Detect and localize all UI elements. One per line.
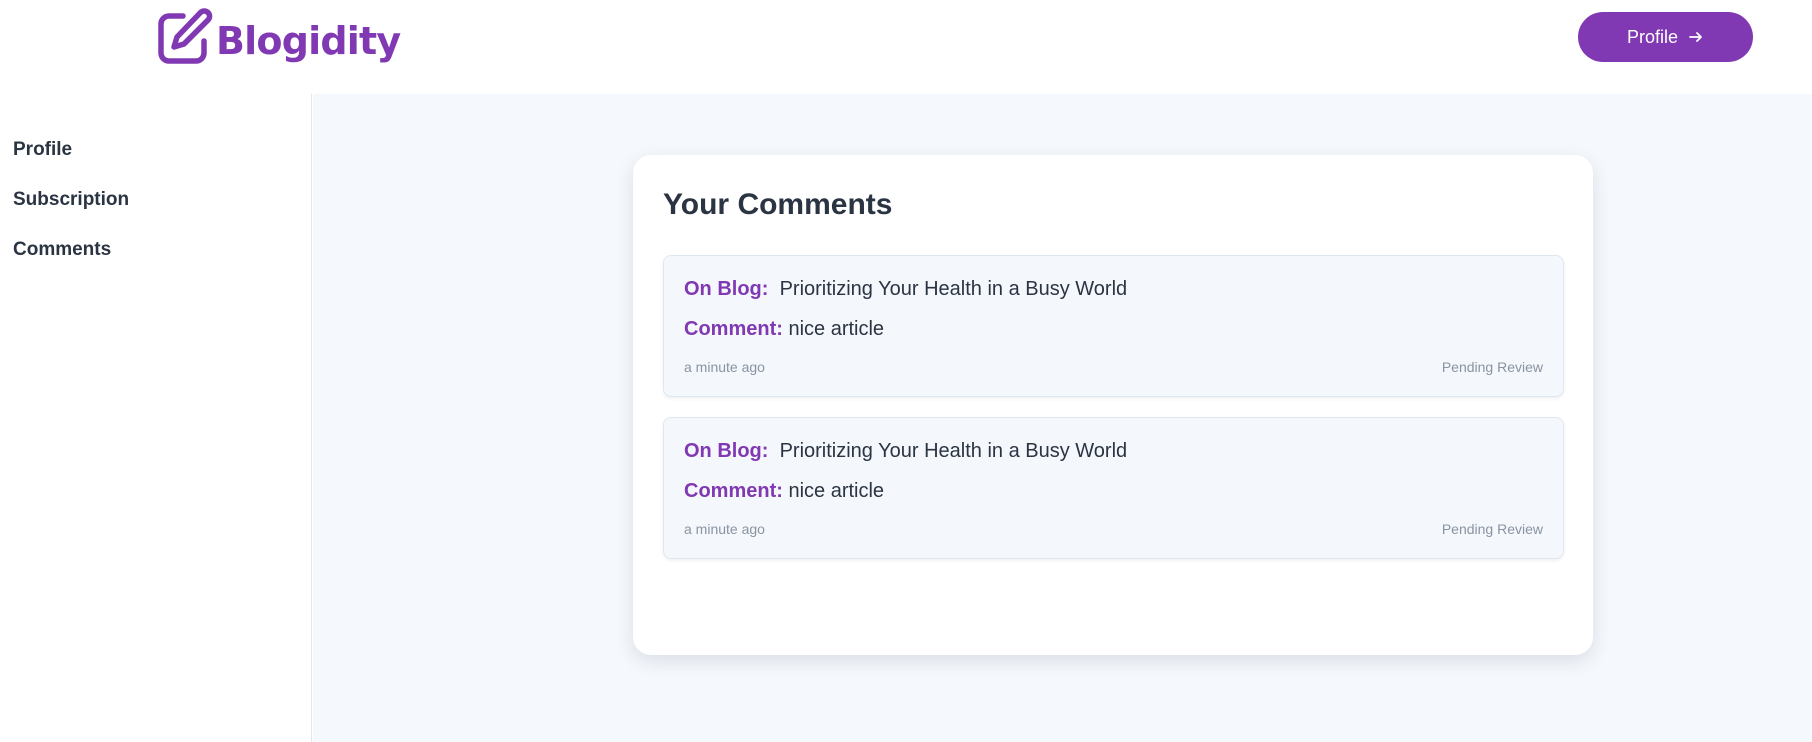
sidebar-item-comments[interactable]: Comments <box>13 239 111 261</box>
comment-text: nice article <box>788 318 885 340</box>
blog-title[interactable]: Prioritizing Your Health in a Busy World <box>780 278 1128 300</box>
logo-text: Blogidity <box>216 19 401 63</box>
comment-timestamp: a minute ago <box>684 359 765 375</box>
comment-text-row: Comment: nice article <box>684 480 884 503</box>
sidebar-item-profile[interactable]: Profile <box>13 139 72 161</box>
main-content: Your Comments On Blog: Prioritizing Your… <box>313 94 1812 742</box>
sidebar: Profile Subscription Comments <box>0 94 312 742</box>
logo[interactable]: Blogidity <box>156 6 401 66</box>
comment-timestamp: a minute ago <box>684 521 765 537</box>
comment-blog-row: On Blog: Prioritizing Your Health in a B… <box>684 278 1127 301</box>
comment-label: Comment: <box>684 480 783 502</box>
page-title: Your Comments <box>663 188 893 221</box>
on-blog-label: On Blog: <box>684 278 769 300</box>
profile-button[interactable]: Profile <box>1578 12 1753 62</box>
comment-item[interactable]: On Blog: Prioritizing Your Health in a B… <box>663 417 1564 559</box>
top-header: Blogidity Profile <box>0 0 1812 94</box>
comment-item[interactable]: On Blog: Prioritizing Your Health in a B… <box>663 255 1564 397</box>
on-blog-label: On Blog: <box>684 440 769 462</box>
comment-text-row: Comment: nice article <box>684 318 884 341</box>
status-badge: Pending Review <box>1441 521 1543 537</box>
edit-square-icon <box>158 8 213 64</box>
profile-button-label: Profile <box>1626 26 1679 47</box>
comment-blog-row: On Blog: Prioritizing Your Health in a B… <box>684 440 1127 463</box>
status-badge: Pending Review <box>1441 359 1543 375</box>
blog-title[interactable]: Prioritizing Your Health in a Busy World <box>780 440 1128 462</box>
comment-label: Comment: <box>684 318 783 340</box>
comment-text: nice article <box>788 480 885 502</box>
sidebar-item-subscription[interactable]: Subscription <box>13 189 129 211</box>
comments-card: Your Comments On Blog: Prioritizing Your… <box>633 155 1593 655</box>
arrow-right-icon <box>1689 32 1702 42</box>
